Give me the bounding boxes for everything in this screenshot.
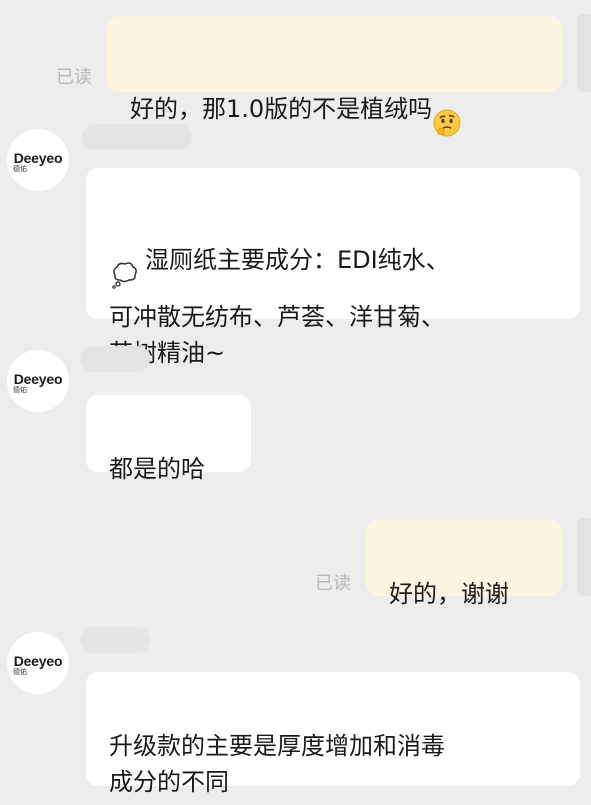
message-text: 升级款的主要是厚度增加和消毒 成分的不同 [109, 732, 445, 796]
avatar-sub-text: 德佑 [13, 386, 27, 394]
thinking-face-icon [432, 72, 462, 148]
avatar-brand-text: Deeyeo [13, 371, 63, 387]
contact-avatar[interactable]: Deeyeo 德佑 [7, 350, 69, 412]
thought-balloon-icon [109, 223, 139, 299]
read-receipt: 已读 [315, 573, 351, 594]
message-text: 好的，谢谢 [389, 580, 509, 608]
sender-name-blurred [82, 124, 192, 150]
incoming-message-bubble[interactable]: 升级款的主要是厚度增加和消毒 成分的不同 [86, 672, 580, 796]
avatar-sub-text: 德佑 [13, 165, 27, 173]
avatar-sub-text: 德佑 [13, 668, 27, 676]
incoming-message-bubble[interactable]: 都是的哈 [86, 395, 251, 483]
incoming-message-bubble[interactable]: 湿厕纸主要成分：EDI纯水、 可冲散无纺布、芦荟、洋甘菊、 茶树精油~ [86, 168, 580, 367]
outgoing-message-bubble[interactable]: 好的，那1.0版的不是植绒吗 [107, 16, 562, 137]
chat-message-list[interactable]: 好的，那1.0版的不是植绒吗 已读 Deeyeo 德佑 湿厕纸主要成分：EDI纯… [0, 0, 591, 805]
avatar-brand-text: Deeyeo [13, 653, 63, 669]
message-text: 都是的哈 [109, 455, 205, 483]
avatar-brand-text: Deeyeo [13, 150, 63, 166]
scroll-edge [577, 14, 591, 92]
sender-name-blurred [80, 627, 150, 653]
read-receipt: 已读 [56, 67, 92, 88]
sender-name-blurred [80, 346, 150, 372]
contact-avatar[interactable]: Deeyeo 德佑 [7, 129, 69, 191]
message-text: 好的，那1.0版的不是植绒吗 [130, 95, 433, 123]
outgoing-message-bubble[interactable]: 好的，谢谢 [366, 520, 562, 608]
scroll-edge [577, 518, 591, 596]
message-text: 湿厕纸主要成分：EDI纯水、 可冲散无纺布、芦荟、洋甘菊、 茶树精油~ [109, 246, 450, 367]
contact-avatar[interactable]: Deeyeo 德佑 [7, 632, 69, 694]
